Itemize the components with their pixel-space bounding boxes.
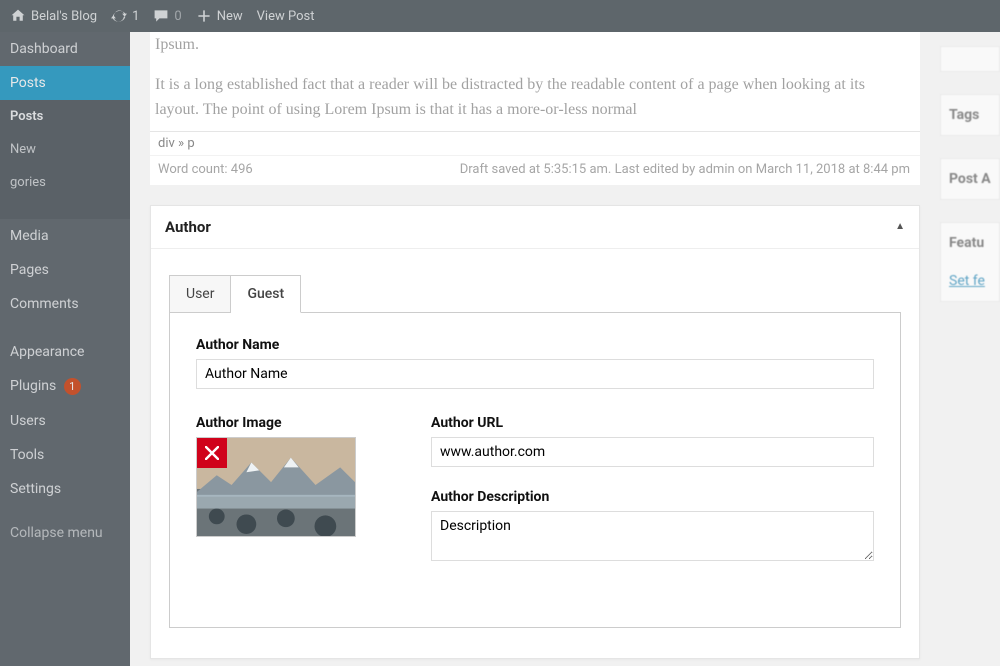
author-name-label: Author Name [196, 337, 874, 353]
editor-paragraph: It is a long established fact that a rea… [155, 72, 910, 123]
sidebar-sub-new[interactable]: New [0, 133, 130, 166]
admin-bar: Belal's Blog 1 0 New View Post [0, 0, 1000, 32]
sidebar-item-plugins[interactable]: Plugins 1 [0, 369, 130, 404]
site-name: Belal's Blog [31, 9, 97, 24]
view-post-link[interactable]: View Post [257, 9, 315, 24]
word-count: Word count: 496 [158, 162, 253, 177]
refresh-icon [111, 8, 127, 24]
sidebar-item-posts[interactable]: Posts [0, 66, 130, 100]
sidebar-collapse[interactable]: Collapse menu [0, 516, 130, 550]
view-post-label: View Post [257, 9, 315, 24]
author-metabox-title: Author [165, 218, 211, 236]
updates-link[interactable]: 1 [111, 8, 139, 24]
comment-icon [153, 8, 169, 24]
close-icon [205, 446, 219, 460]
sidebar-item-dashboard[interactable]: Dashboard [0, 32, 130, 66]
set-featured-link[interactable]: Set fe [949, 273, 985, 289]
sidebar-item-appearance[interactable]: Appearance [0, 335, 130, 369]
author-url-input[interactable] [431, 437, 874, 467]
author-image-column: Author Image [196, 415, 371, 587]
sidebar-item-label: Plugins [10, 378, 56, 394]
tags-metabox[interactable]: Tags [940, 94, 1000, 136]
new-label: New [217, 9, 243, 24]
comments-link[interactable]: 0 [153, 8, 181, 24]
right-sidebar: Tags Post A Featu Set fe [940, 32, 1000, 324]
author-image-label: Author Image [196, 415, 371, 431]
main-content: Ipsum. It is a long established fact tha… [130, 32, 1000, 666]
author-fields-column: Author URL Author Description [431, 415, 874, 587]
comments-count: 0 [174, 9, 181, 24]
author-image-thumbnail[interactable] [196, 437, 356, 537]
sidebar-sub-tags[interactable] [0, 199, 130, 219]
author-name-input[interactable] [196, 359, 874, 389]
site-link[interactable]: Belal's Blog [10, 8, 97, 24]
admin-sidebar: Dashboard Posts Posts New gories Media P… [0, 32, 130, 666]
editor-area: Ipsum. It is a long established fact tha… [150, 32, 920, 185]
remove-image-button[interactable] [197, 438, 227, 468]
sidebar-submenu-posts: Posts New gories [0, 100, 130, 219]
new-link[interactable]: New [196, 8, 243, 24]
author-desc-label: Author Description [431, 489, 874, 505]
collapse-toggle-icon[interactable]: ▲ [895, 221, 905, 232]
plus-icon [196, 8, 212, 24]
save-status: Draft saved at 5:35:15 am. Last edited b… [460, 162, 910, 177]
sidebar-sub-categories[interactable]: gories [0, 166, 130, 199]
updates-count: 1 [132, 9, 139, 24]
sidebar-item-users[interactable]: Users [0, 404, 130, 438]
editor-status-bar: Word count: 496 Draft saved at 5:35:15 a… [150, 155, 920, 185]
author-url-label: Author URL [431, 415, 874, 431]
author-metabox-header: Author ▲ [151, 206, 919, 249]
featured-image-metabox[interactable]: Featu Set fe [940, 222, 1000, 302]
author-desc-textarea[interactable] [431, 511, 874, 561]
post-attributes-metabox[interactable]: Post A [940, 158, 1000, 200]
sidebar-item-comments[interactable]: Comments [0, 287, 130, 321]
plugins-badge: 1 [64, 378, 81, 395]
editor-paragraph: Ipsum. [155, 32, 910, 58]
tab-user[interactable]: User [169, 275, 231, 313]
right-box-empty [940, 46, 1000, 72]
sidebar-item-tools[interactable]: Tools [0, 438, 130, 472]
sidebar-item-media[interactable]: Media [0, 219, 130, 253]
editor-body[interactable]: Ipsum. It is a long established fact tha… [150, 32, 920, 131]
editor-path[interactable]: div » p [150, 131, 920, 155]
sidebar-sub-posts[interactable]: Posts [0, 100, 130, 133]
author-tabs: User Guest [169, 275, 901, 312]
guest-tab-panel: Author Name Author Image [169, 312, 901, 628]
sidebar-item-pages[interactable]: Pages [0, 253, 130, 287]
home-icon [10, 8, 26, 24]
author-metabox: Author ▲ User Guest Author Name Author I… [150, 205, 920, 659]
author-tabs-container: User Guest Author Name Author Image [151, 249, 919, 658]
sidebar-item-settings[interactable]: Settings [0, 472, 130, 506]
tab-guest[interactable]: Guest [231, 275, 301, 313]
